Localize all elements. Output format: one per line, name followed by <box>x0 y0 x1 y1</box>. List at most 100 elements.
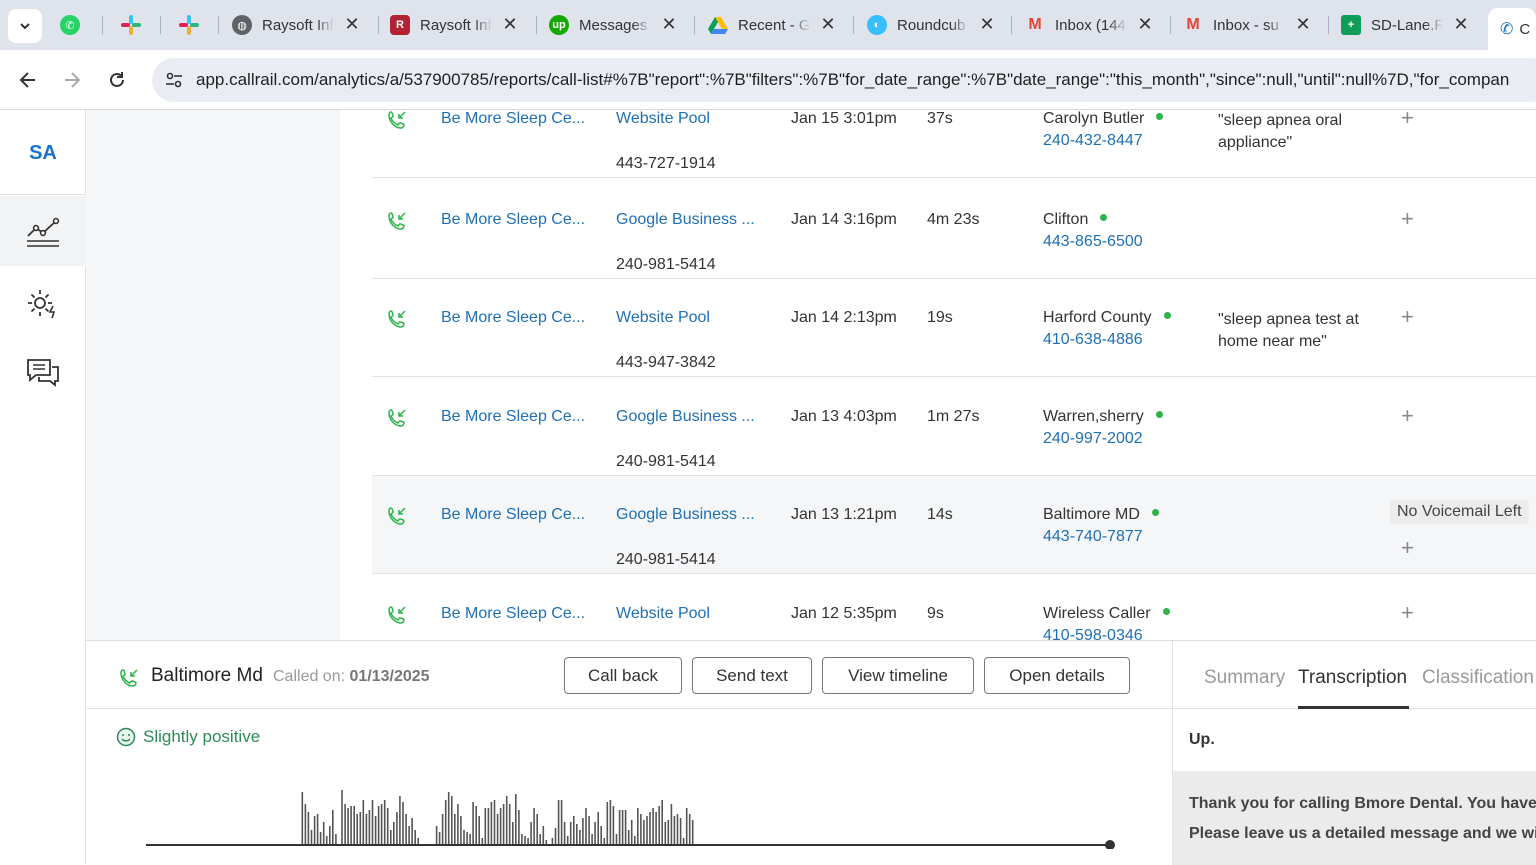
call-back-button[interactable]: Call back <box>564 657 682 694</box>
table-row[interactable]: Be More Sleep Ce... Website Pool 443-727-1… <box>372 110 1536 178</box>
add-tag-button[interactable]: + <box>1401 110 1414 131</box>
source-link[interactable]: Website Pool <box>616 309 710 327</box>
waveform-bar <box>502 804 505 844</box>
add-tag-button[interactable]: + <box>1401 304 1414 330</box>
waveform-bar <box>466 832 468 844</box>
tab-transcription[interactable]: Transcription <box>1298 667 1407 689</box>
company-link[interactable]: Be More Sleep Ce... <box>441 110 585 128</box>
waveform-bar <box>640 814 642 844</box>
tab-gmail-1[interactable]: M Inbox (144 ✕ <box>1025 8 1155 42</box>
company-link[interactable]: Be More Sleep Ce... <box>441 408 585 426</box>
waveform-bar <box>362 800 365 844</box>
waveform-bar <box>399 796 401 844</box>
source-link[interactable]: Website Pool <box>616 110 710 128</box>
waveform-bar <box>347 808 349 844</box>
tab-gmail-2[interactable]: M Inbox - su ✕ <box>1183 8 1313 42</box>
view-timeline-button[interactable]: View timeline <box>822 657 974 694</box>
arrow-right-icon <box>65 72 81 88</box>
caller-name: Harford County <box>1043 309 1152 326</box>
table-row[interactable]: Be More Sleep Ce... Google Business ... 24… <box>372 378 1536 476</box>
globe-icon: ◍ <box>232 15 252 35</box>
waveform-bar <box>454 814 456 844</box>
tab-search-button[interactable] <box>8 9 42 43</box>
waveform-bar <box>582 818 584 844</box>
tab-callrail-active[interactable]: ✆ C <box>1488 8 1536 50</box>
source-link[interactable]: Google Business ... <box>616 408 755 426</box>
called-on-date: 01/13/2025 <box>349 668 430 685</box>
company-link[interactable]: Be More Sleep Ce... <box>441 309 585 327</box>
sidebar-item-analytics[interactable] <box>0 196 86 266</box>
waveform-bar <box>441 814 444 844</box>
add-tag-button[interactable]: + <box>1401 206 1414 232</box>
table-row[interactable]: Be More Sleep Ce... Website Pool Jan 12 5:… <box>372 575 1536 640</box>
tab-messages[interactable]: up Messages ✕ <box>549 8 679 42</box>
close-icon[interactable]: ✕ <box>977 14 997 34</box>
close-icon[interactable]: ✕ <box>1293 14 1313 34</box>
sentiment-indicator: Slightly positive <box>116 727 260 747</box>
source-link[interactable]: Google Business ... <box>616 506 755 524</box>
send-text-button[interactable]: Send text <box>692 657 812 694</box>
close-icon[interactable]: ✕ <box>1135 14 1155 34</box>
table-row[interactable]: Be More Sleep Ce... Google Business ... 24… <box>372 476 1536 574</box>
waveform-bar <box>585 808 587 844</box>
tab-slack-1[interactable] <box>120 8 150 42</box>
caller-phone-link[interactable]: 443-740-7877 <box>1043 528 1143 546</box>
caller-phone-link[interactable]: 240-432-8447 <box>1043 132 1143 150</box>
caller-name: Wireless Caller <box>1043 605 1151 622</box>
add-tag-button[interactable]: + <box>1401 600 1414 626</box>
gmail-icon: M <box>1186 16 1200 33</box>
caller-phone-link[interactable]: 410-598-0346 <box>1043 627 1143 640</box>
add-tag-button[interactable]: + <box>1401 535 1414 561</box>
close-icon[interactable]: ✕ <box>500 14 520 34</box>
tab-roundcube[interactable]: ◐ Roundcub ✕ <box>867 8 997 42</box>
sidebar-item-settings[interactable] <box>0 268 86 338</box>
tab-classification[interactable]: Classification <box>1422 667 1534 689</box>
company-link[interactable]: Be More Sleep Ce... <box>441 211 585 229</box>
close-icon[interactable]: ✕ <box>342 14 362 34</box>
tab-slack-2[interactable] <box>178 8 208 42</box>
app-sidebar: SA <box>0 110 86 864</box>
address-bar[interactable]: app.callrail.com/analytics/a/537900785/r… <box>152 58 1536 102</box>
call-duration: 9s <box>927 605 944 622</box>
caller-phone-link[interactable]: 240-997-2002 <box>1043 430 1143 448</box>
tab-title: Roundcub <box>897 16 966 34</box>
close-icon[interactable]: ✕ <box>659 14 679 34</box>
waveform-bar <box>676 814 679 844</box>
reload-button[interactable] <box>102 65 132 95</box>
waveform-bar <box>521 834 523 844</box>
tab-whatsapp[interactable]: ✆ <box>60 8 90 42</box>
close-icon[interactable]: ✕ <box>1451 14 1471 34</box>
source-link[interactable]: Google Business ... <box>616 211 755 229</box>
account-initials[interactable]: SA <box>0 142 86 165</box>
caller-cell: Clifton <box>1043 211 1108 229</box>
waveform-bar <box>606 802 609 844</box>
caller-phone-link[interactable]: 410-638-4886 <box>1043 331 1143 349</box>
open-details-button[interactable]: Open details <box>984 657 1130 694</box>
sidebar-item-messages[interactable] <box>0 338 86 408</box>
audio-waveform[interactable] <box>146 781 1116 849</box>
waveform-bar <box>679 818 682 844</box>
tab-summary[interactable]: Summary <box>1204 667 1285 689</box>
sidebar-divider <box>0 194 86 195</box>
table-row[interactable]: Be More Sleep Ce... Website Pool 443-947-3… <box>372 279 1536 377</box>
close-icon[interactable]: ✕ <box>818 14 838 34</box>
forward-button[interactable] <box>57 65 87 95</box>
add-tag-button[interactable]: + <box>1401 403 1414 429</box>
tab-sheets[interactable]: + SD-Lane.R ✕ <box>1341 8 1471 42</box>
call-tag[interactable]: No Voicemail Left <box>1390 500 1529 524</box>
playhead-handle[interactable] <box>1105 840 1115 849</box>
waveform-bar <box>460 816 462 844</box>
tab-raysoft-2[interactable]: R Raysoft Inf ✕ <box>390 8 520 42</box>
company-link[interactable]: Be More Sleep Ce... <box>441 605 585 623</box>
tab-raysoft-1[interactable]: ◍ Raysoft Inf ✕ <box>232 8 362 42</box>
back-button[interactable] <box>13 65 43 95</box>
table-row[interactable]: Be More Sleep Ce... Google Business ... 24… <box>372 181 1536 279</box>
caller-phone-link[interactable]: 443-865-6500 <box>1043 233 1143 251</box>
call-date: Jan 13 4:03pm <box>791 408 897 425</box>
waveform-bar <box>386 808 389 844</box>
tab-google-drive[interactable]: Recent - G ✕ <box>708 8 838 42</box>
source-link[interactable]: Website Pool <box>616 605 710 623</box>
waveform-bar <box>634 836 636 844</box>
site-settings-icon[interactable] <box>162 68 186 92</box>
company-link[interactable]: Be More Sleep Ce... <box>441 506 585 524</box>
